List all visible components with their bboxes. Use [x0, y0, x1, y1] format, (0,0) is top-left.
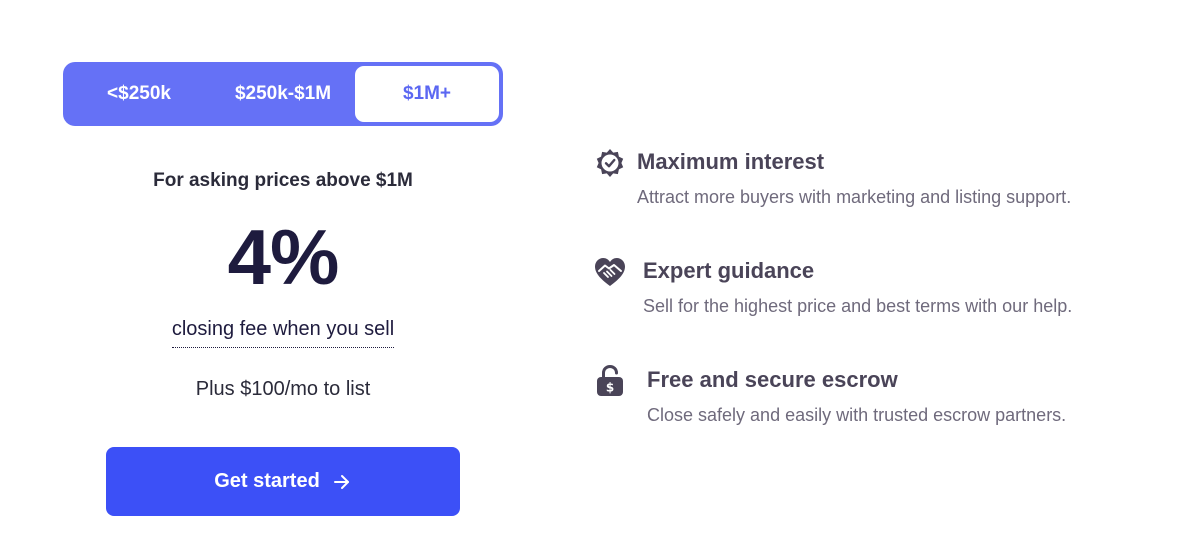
closing-fee-percent: 4%	[227, 213, 340, 301]
handshake-heart-icon	[593, 255, 627, 289]
feature-description: Attract more buyers with marketing and l…	[637, 187, 1072, 207]
feature-expert-guidance: Expert guidance Sell for the highest pri…	[593, 255, 1153, 325]
lock-dollar-icon: $	[593, 364, 627, 398]
feature-description: Close safely and easily with trusted esc…	[647, 405, 1067, 425]
feature-title: Maximum interest	[637, 149, 825, 174]
fee-note-wrapper: closing fee when you sell	[63, 318, 503, 348]
tier-option-1m-plus[interactable]: $1M+	[355, 66, 499, 122]
tier-option-under-250k[interactable]: <$250k	[67, 66, 211, 122]
svg-text:$: $	[606, 381, 614, 395]
pricing-subtitle: For asking prices above $1M	[153, 170, 413, 191]
feature-title: Expert guidance	[643, 258, 815, 283]
feature-secure-escrow: $ Free and secure escrow Close safely an…	[593, 364, 1153, 434]
get-started-label: Get started	[214, 470, 320, 492]
verified-badge-icon	[593, 146, 627, 180]
listing-fee: Plus $100/mo to list	[195, 378, 371, 400]
price-tier-switch: <$250k $250k-$1M $1M+	[63, 62, 503, 126]
pricing-section: <$250k $250k-$1M $1M+ For asking prices …	[0, 0, 1177, 546]
feature-title: Free and secure escrow	[647, 367, 898, 392]
feature-maximum-interest: Maximum interest Attract more buyers wit…	[593, 146, 1153, 216]
tier-option-250k-1m[interactable]: $250k-$1M	[211, 66, 355, 122]
closing-fee-note[interactable]: closing fee when you sell	[171, 318, 395, 348]
arrow-right-icon	[332, 472, 352, 492]
get-started-button[interactable]: Get started	[106, 447, 460, 516]
feature-description: Sell for the highest price and best term…	[643, 296, 1073, 316]
